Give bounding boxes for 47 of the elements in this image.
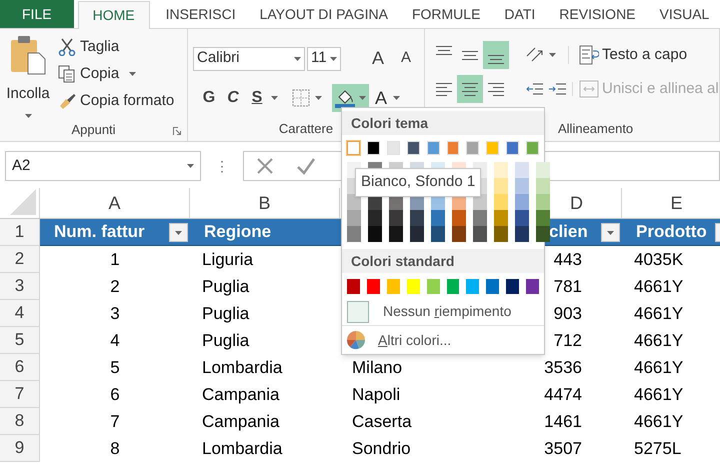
column-title: Regione xyxy=(204,221,272,244)
section-title: Colori tema xyxy=(351,114,428,132)
table-cell-text: Puglia xyxy=(202,276,250,298)
table-cell-text: 4474 xyxy=(544,384,582,406)
table-cell-text: 7 xyxy=(110,410,120,433)
table-cell-text: 1 xyxy=(110,248,120,271)
table-cell-text: Puglia xyxy=(202,302,250,325)
table-cell-text: 712 xyxy=(554,330,582,352)
table-cell-text: Puglia xyxy=(202,330,250,352)
table-cell-text: 4 xyxy=(110,330,120,352)
table-cell-text: 3507 xyxy=(544,438,582,460)
table-cell-text: 2 xyxy=(110,276,120,298)
column-title: clien xyxy=(549,221,588,244)
table-cell-text: Campania xyxy=(202,410,280,433)
column-title: Prodotto xyxy=(636,221,707,244)
group-label: Appunti xyxy=(71,120,116,139)
section-title: Colori standard xyxy=(351,252,454,270)
group-label: Allineamento xyxy=(558,120,634,138)
table-cell-text: 443 xyxy=(554,248,582,271)
table-cell-text: 4661Y xyxy=(634,356,684,379)
tooltip: Bianco, Sfondo 1 xyxy=(355,168,482,197)
table-cell-text: Lombardia xyxy=(202,356,282,379)
merge-center-button: Unisci e allinea al xyxy=(579,78,719,100)
table-cell-text: 4661Y xyxy=(634,302,684,325)
table-cell-text: 4661Y xyxy=(634,330,684,352)
table-cell-text: 781 xyxy=(554,276,582,298)
table-cell-text: Caserta xyxy=(352,410,412,433)
column-title: Num. fattur xyxy=(54,221,145,244)
table-cell-text: 4661Y xyxy=(634,410,684,433)
table-cell-text: Lombardia xyxy=(202,438,282,460)
table-cell-text: 4661Y xyxy=(634,384,684,406)
table-cell-text: 4035K xyxy=(634,248,684,271)
table-cell-text: 903 xyxy=(554,302,582,325)
table-cell-text: 6 xyxy=(110,384,120,406)
table-cell-text: Sondrio xyxy=(352,438,411,460)
table-cell-text: Campania xyxy=(202,384,280,406)
group-label: Carattere xyxy=(278,120,334,138)
table-cell-text: 3536 xyxy=(544,356,582,379)
table-cell-text: Napoli xyxy=(352,384,400,406)
table-cell-text: 1461 xyxy=(544,410,582,433)
table-cell-text: 8 xyxy=(110,438,120,460)
table-cell-text: 3 xyxy=(110,302,120,325)
table-cell-text: Milano xyxy=(352,356,402,379)
table-cell-text: 5 xyxy=(110,356,120,379)
table-cell-text: 4661Y xyxy=(634,276,684,298)
table-cell-text: 5275L xyxy=(634,438,682,460)
table-cell-text: Liguria xyxy=(202,248,254,271)
